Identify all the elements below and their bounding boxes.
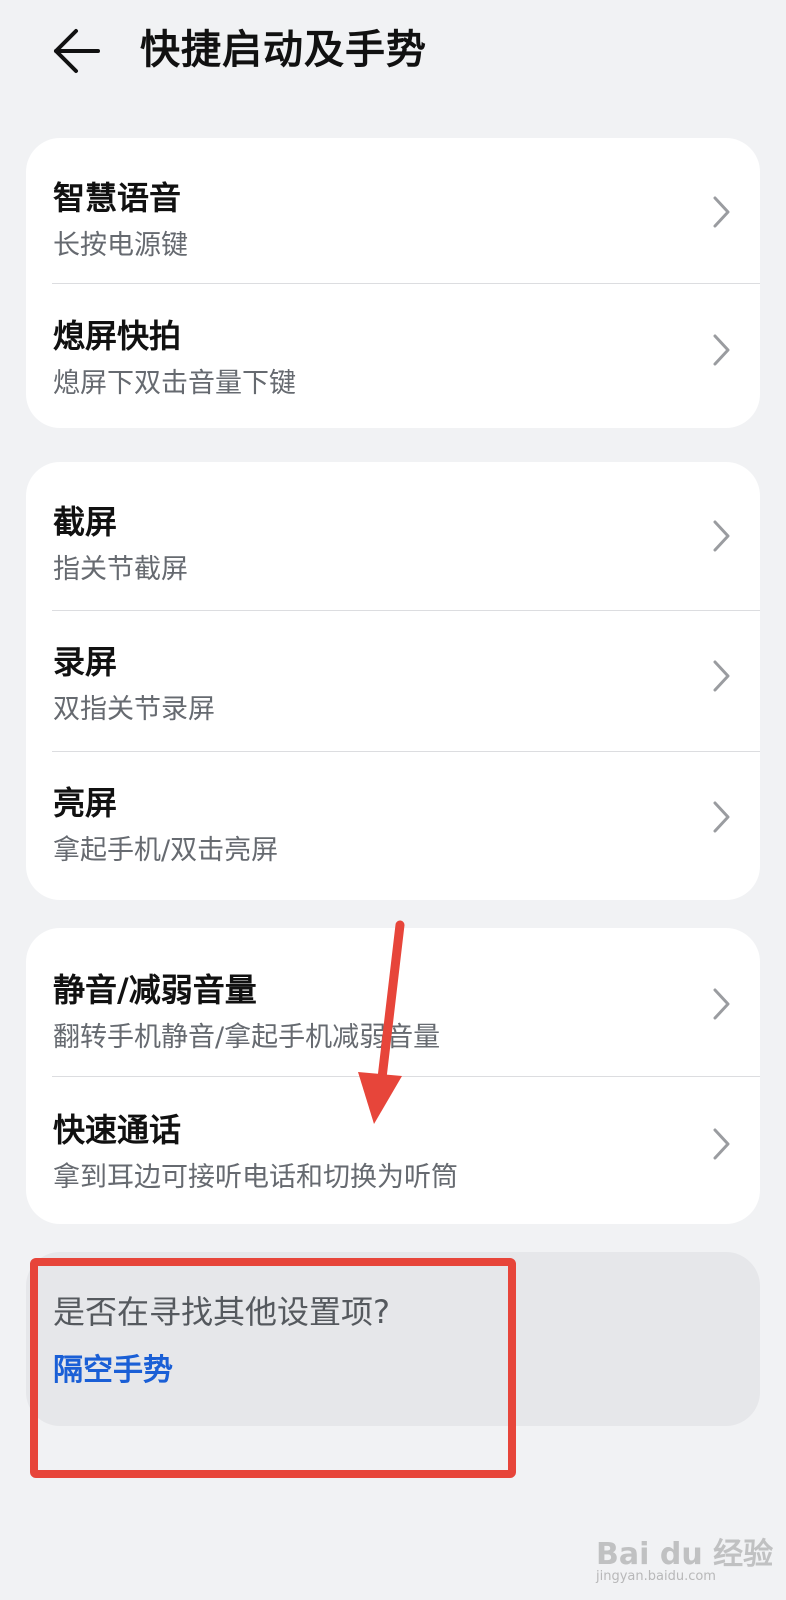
- settings-group-3: 静音/减弱音量 翻转手机静音/拿起手机减弱音量 快速通话 拿到耳边可接听电话和切…: [26, 928, 760, 1224]
- arrow-left-icon: [54, 29, 100, 73]
- setting-title: 熄屏快拍: [53, 317, 182, 355]
- chevron-right-icon: [713, 334, 730, 366]
- watermark-text: Bai du 经验: [596, 1537, 774, 1572]
- back-button[interactable]: [50, 26, 106, 76]
- chevron-right-icon: [713, 988, 730, 1020]
- setting-title: 录屏: [53, 643, 118, 681]
- app-header: 快捷启动及手势: [0, 0, 786, 110]
- setting-row-screenshot[interactable]: 截屏 指关节截屏: [26, 466, 760, 606]
- chevron-right-icon: [713, 801, 730, 833]
- setting-subtitle: 指关节截屏: [53, 554, 188, 585]
- setting-row-smart-voice[interactable]: 智慧语音 长按电源键: [26, 142, 760, 282]
- setting-row-quick-call[interactable]: 快速通话 拿到耳边可接听电话和切换为听筒: [26, 1074, 760, 1214]
- setting-subtitle: 双指关节录屏: [53, 694, 215, 725]
- settings-group-2: 截屏 指关节截屏 录屏 双指关节录屏 亮屏 拿起手机/双击亮屏: [26, 462, 760, 900]
- setting-title: 快速通话: [53, 1111, 182, 1149]
- setting-title: 截屏: [53, 503, 118, 541]
- setting-row-screen-off-snap[interactable]: 熄屏快拍 熄屏下双击音量下键: [26, 280, 760, 420]
- setting-row-wake-screen[interactable]: 亮屏 拿起手机/双击亮屏: [26, 747, 760, 887]
- chevron-right-icon: [713, 196, 730, 228]
- setting-subtitle: 拿起手机/双击亮屏: [53, 835, 279, 866]
- setting-subtitle: 拿到耳边可接听电话和切换为听筒: [53, 1162, 458, 1193]
- setting-subtitle: 长按电源键: [53, 230, 188, 261]
- annotation-highlight-box: [30, 1258, 516, 1478]
- setting-title: 智慧语音: [53, 179, 182, 217]
- setting-row-screen-record[interactable]: 录屏 双指关节录屏: [26, 606, 760, 746]
- setting-title: 亮屏: [53, 784, 118, 822]
- chevron-right-icon: [713, 660, 730, 692]
- watermark-subtext: jingyan.baidu.com: [596, 1569, 716, 1584]
- setting-subtitle: 熄屏下双击音量下键: [53, 368, 296, 399]
- chevron-right-icon: [713, 1128, 730, 1160]
- page-title: 快捷启动及手势: [140, 27, 427, 73]
- baidu-watermark: Bai du 经验 jingyan.baidu.com: [596, 1525, 774, 1587]
- setting-subtitle: 翻转手机静音/拿起手机减弱音量: [53, 1022, 441, 1053]
- settings-group-1: 智慧语音 长按电源键 熄屏快拍 熄屏下双击音量下键: [26, 138, 760, 428]
- chevron-right-icon: [713, 520, 730, 552]
- setting-title: 静音/减弱音量: [53, 971, 257, 1009]
- setting-row-mute-reduce-volume[interactable]: 静音/减弱音量 翻转手机静音/拿起手机减弱音量: [26, 934, 760, 1074]
